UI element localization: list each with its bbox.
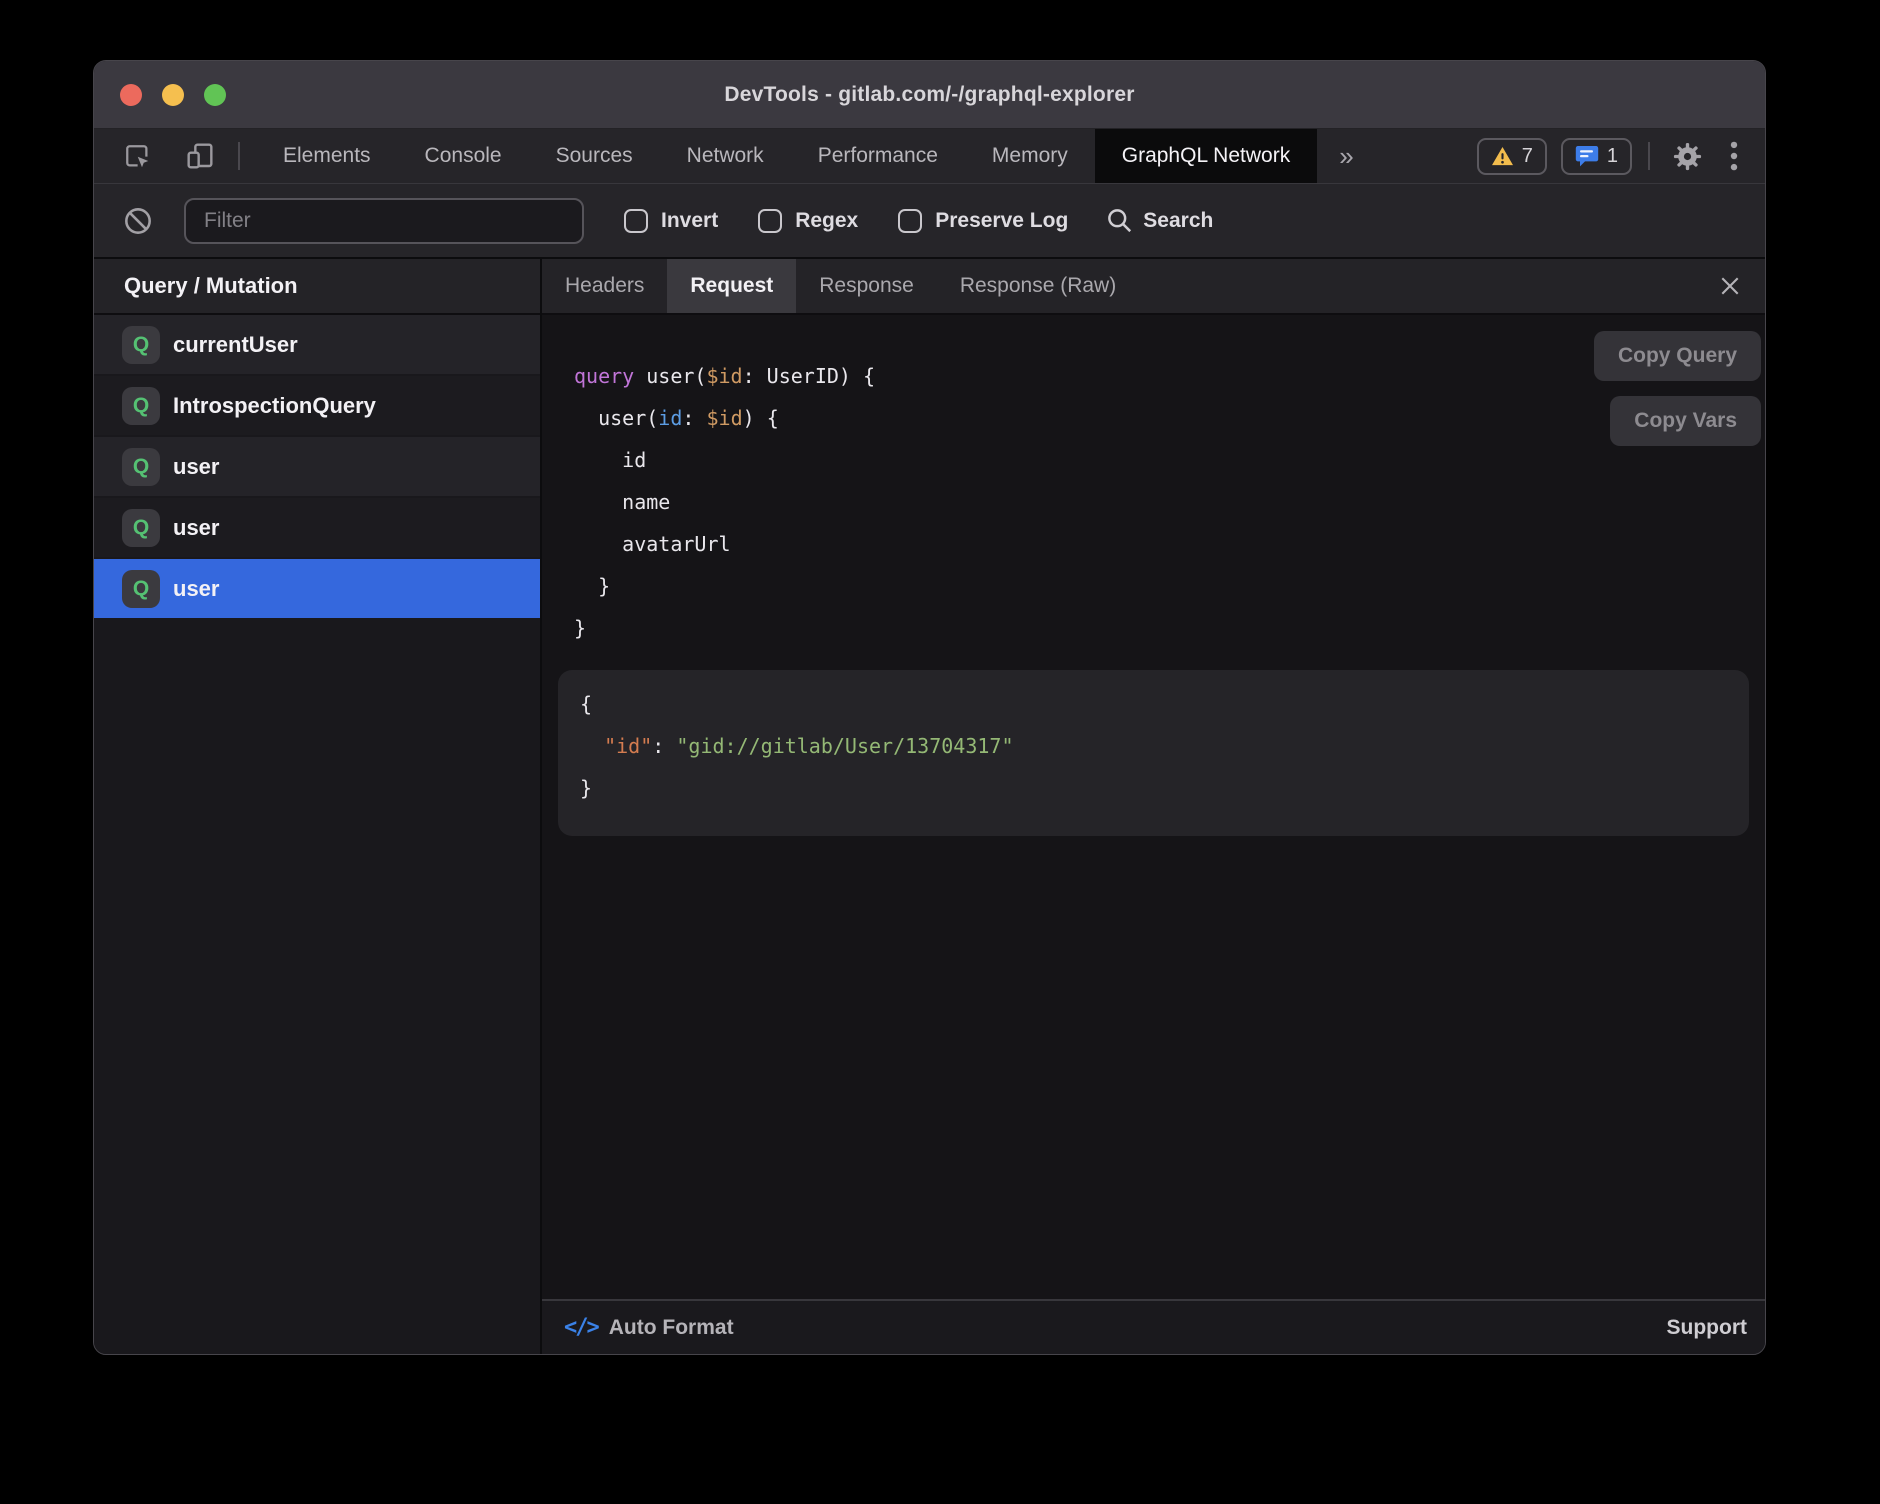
devtools-tabbar: Elements Console Sources Network Perform… xyxy=(94,129,1765,183)
tab-memory[interactable]: Memory xyxy=(965,129,1095,183)
clear-block-icon[interactable] xyxy=(118,207,158,235)
query-list-sidebar: Query / Mutation Q currentUser Q Introsp… xyxy=(94,259,540,1354)
query-variables-box: { "id": "gid://gitlab/User/13704317"} xyxy=(558,670,1749,836)
zoom-window-button[interactable] xyxy=(204,84,226,106)
list-item-user-1[interactable]: Q user xyxy=(94,437,540,496)
query-name: user xyxy=(173,454,219,480)
request-tab-content: query user($id: UserID) { user(id: $id) … xyxy=(542,315,1765,1299)
devtools-window: DevTools - gitlab.com/-/graphql-explorer… xyxy=(93,60,1766,1355)
tab-request[interactable]: Request xyxy=(667,259,796,313)
query-type-badge: Q xyxy=(122,448,160,486)
preserve-log-checkbox-group[interactable]: Preserve Log xyxy=(898,209,1068,233)
regex-checkbox-group[interactable]: Regex xyxy=(758,209,858,233)
window-title: DevTools - gitlab.com/-/graphql-explorer xyxy=(724,83,1134,107)
tab-headers[interactable]: Headers xyxy=(542,259,667,313)
issues-count: 1 xyxy=(1607,145,1618,168)
badge-separator xyxy=(1648,142,1650,170)
tab-graphql-network[interactable]: GraphQL Network xyxy=(1095,129,1317,183)
support-link[interactable]: Support xyxy=(1667,1316,1747,1340)
more-tabs-chevron-icon[interactable]: » xyxy=(1317,129,1375,183)
auto-format-label: Auto Format xyxy=(609,1316,734,1340)
code-brackets-icon: </> xyxy=(564,1315,598,1340)
sidebar-header: Query / Mutation xyxy=(94,259,540,315)
preserve-log-label: Preserve Log xyxy=(935,209,1068,233)
invert-checkbox-group[interactable]: Invert xyxy=(624,209,718,233)
query-type-badge: Q xyxy=(122,570,160,608)
tab-elements[interactable]: Elements xyxy=(256,129,398,183)
copy-query-button[interactable]: Copy Query xyxy=(1594,331,1761,381)
copy-vars-button[interactable]: Copy Vars xyxy=(1610,396,1761,446)
auto-format-toggle[interactable]: </> Auto Format xyxy=(564,1315,734,1340)
warnings-badge[interactable]: 7 xyxy=(1477,138,1547,175)
filter-toolbar: Invert Regex Preserve Log Search xyxy=(94,183,1765,259)
warnings-count: 7 xyxy=(1522,145,1533,168)
tab-response-raw[interactable]: Response (Raw) xyxy=(937,259,1139,313)
device-toolbar-icon[interactable] xyxy=(178,140,222,172)
search-toggle[interactable]: Search xyxy=(1106,207,1213,234)
warning-icon xyxy=(1491,146,1514,167)
list-item-user-2[interactable]: Q user xyxy=(94,498,540,557)
statusbar: </> Auto Format Support xyxy=(542,1299,1765,1354)
query-type-badge: Q xyxy=(122,387,160,425)
titlebar: DevTools - gitlab.com/-/graphql-explorer xyxy=(94,61,1765,129)
detail-tabs: Headers Request Response Response (Raw) xyxy=(542,259,1765,315)
close-detail-button[interactable] xyxy=(1713,259,1747,313)
query-type-badge: Q xyxy=(122,326,160,364)
kebab-menu-icon[interactable] xyxy=(1723,140,1745,172)
preserve-log-checkbox[interactable] xyxy=(898,209,922,233)
graphql-query-code: query user($id: UserID) { user(id: $id) … xyxy=(574,355,875,649)
tab-console[interactable]: Console xyxy=(398,129,529,183)
minimize-window-button[interactable] xyxy=(162,84,184,106)
toolbar-separator xyxy=(238,142,240,170)
close-window-button[interactable] xyxy=(120,84,142,106)
list-item-introspectionquery[interactable]: Q IntrospectionQuery xyxy=(94,376,540,435)
tab-performance[interactable]: Performance xyxy=(791,129,965,183)
query-name: currentUser xyxy=(173,332,298,358)
list-item-user-3-selected[interactable]: Q user xyxy=(94,559,540,618)
invert-checkbox[interactable] xyxy=(624,209,648,233)
query-name: user xyxy=(173,576,219,602)
list-item-currentUser[interactable]: Q currentUser xyxy=(94,315,540,374)
query-name: IntrospectionQuery xyxy=(173,393,376,419)
settings-gear-icon[interactable] xyxy=(1666,141,1709,172)
query-list: Q currentUser Q IntrospectionQuery Q use… xyxy=(94,315,540,620)
search-icon xyxy=(1106,207,1133,234)
inspect-element-icon[interactable] xyxy=(116,141,158,171)
regex-checkbox[interactable] xyxy=(758,209,782,233)
tab-sources[interactable]: Sources xyxy=(529,129,660,183)
tab-response[interactable]: Response xyxy=(796,259,937,313)
issues-badge[interactable]: 1 xyxy=(1561,138,1632,175)
close-icon xyxy=(1719,275,1741,297)
invert-label: Invert xyxy=(661,209,718,233)
filter-input[interactable] xyxy=(184,198,584,244)
request-detail-pane: Headers Request Response Response (Raw) … xyxy=(542,259,1765,1354)
query-type-badge: Q xyxy=(122,509,160,547)
traffic-lights xyxy=(120,61,226,128)
query-name: user xyxy=(173,515,219,541)
issues-icon xyxy=(1575,145,1599,167)
search-label: Search xyxy=(1143,209,1213,233)
query-variables-code: { "id": "gid://gitlab/User/13704317"} xyxy=(580,683,1749,809)
panel-tabs: Elements Console Sources Network Perform… xyxy=(256,129,1317,183)
tab-network[interactable]: Network xyxy=(660,129,791,183)
regex-label: Regex xyxy=(795,209,858,233)
